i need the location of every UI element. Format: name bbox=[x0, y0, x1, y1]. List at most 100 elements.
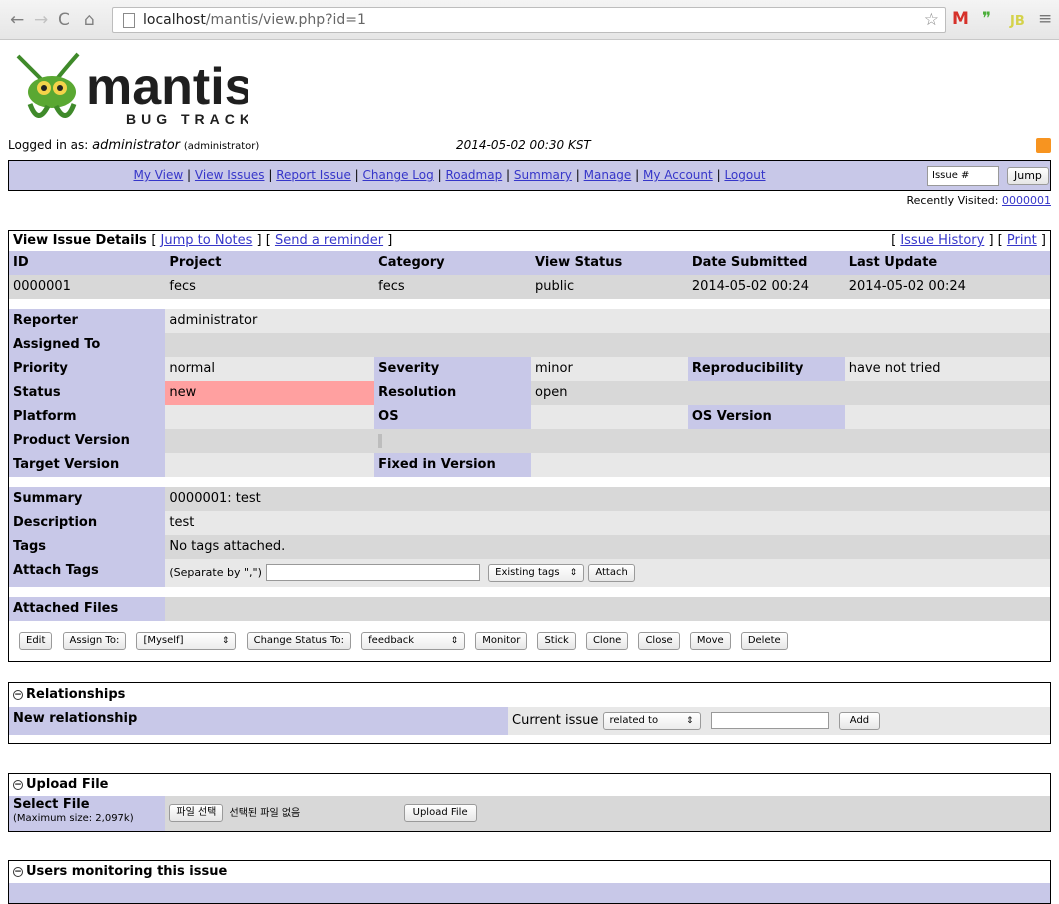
resolution-value: open bbox=[531, 381, 688, 405]
issue-number-input[interactable]: Issue # bbox=[927, 166, 999, 186]
tag-input[interactable] bbox=[266, 564, 481, 581]
tags-label: Tags bbox=[8, 535, 166, 559]
edit-button[interactable]: Edit bbox=[19, 631, 53, 650]
server-datetime: 2014-05-02 00:30 KST bbox=[456, 138, 591, 152]
related-issue-input[interactable] bbox=[710, 712, 829, 729]
attached-files-label: Attached Files bbox=[8, 597, 166, 621]
relationships-title: Relationships bbox=[26, 687, 126, 702]
jump-button[interactable]: Jump bbox=[1007, 167, 1049, 185]
monitoring-table: − Users monitoring this issue bbox=[8, 860, 1051, 904]
details-title: View Issue Details bbox=[13, 233, 147, 248]
main-menu: My View | View Issues | Report Issue | C… bbox=[8, 160, 1051, 191]
menu-roadmap[interactable]: Roadmap bbox=[445, 168, 502, 182]
monitor-button[interactable]: Monitor bbox=[475, 631, 528, 650]
upload-title: Upload File bbox=[26, 777, 109, 792]
resolution-label: Resolution bbox=[374, 381, 532, 405]
issue-history-link[interactable]: Issue History bbox=[900, 233, 984, 248]
reproducibility-label: Reproducibility bbox=[687, 357, 845, 381]
change-status-value: feedback bbox=[368, 634, 415, 646]
collapse-relationships-icon[interactable]: − bbox=[13, 689, 23, 700]
menu-my-view[interactable]: My View bbox=[133, 168, 183, 182]
gmail-extension-icon[interactable]: M bbox=[952, 8, 969, 30]
empty-field-marker bbox=[378, 433, 383, 448]
existing-tags-label: Existing tags bbox=[495, 566, 560, 578]
choose-file-button[interactable]: 파일 선택 bbox=[169, 803, 224, 822]
send-reminder-link[interactable]: Send a reminder bbox=[275, 233, 383, 248]
new-relationship-label: New relationship bbox=[8, 707, 508, 735]
move-button[interactable]: Move bbox=[689, 631, 731, 650]
header-last-update: Last Update bbox=[848, 255, 938, 270]
forward-icon[interactable]: → bbox=[34, 10, 48, 30]
relationship-type-value: related to bbox=[609, 714, 659, 726]
upload-file-table: − Upload File Select File (Maximum size: … bbox=[8, 773, 1051, 832]
delete-button[interactable]: Delete bbox=[740, 631, 788, 650]
logged-in-role: (administrator) bbox=[183, 141, 260, 152]
header-date-submitted: Date Submitted bbox=[691, 255, 808, 270]
relationship-type-select[interactable]: related to ⇕ bbox=[602, 711, 701, 730]
tags-value: No tags attached. bbox=[165, 535, 1051, 559]
menu-manage[interactable]: Manage bbox=[584, 168, 632, 182]
star-icon[interactable]: ☆ bbox=[924, 10, 939, 30]
header-id: ID bbox=[13, 255, 29, 270]
home-icon[interactable]: ⌂ bbox=[84, 10, 95, 30]
reload-icon[interactable]: C bbox=[58, 10, 70, 30]
menu-summary[interactable]: Summary bbox=[514, 168, 572, 182]
page-icon bbox=[123, 13, 135, 28]
rss-icon[interactable] bbox=[1036, 138, 1051, 153]
menu-my-account[interactable]: My Account bbox=[643, 168, 713, 182]
recently-visited-label: Recently Visited: bbox=[906, 194, 999, 207]
no-file-chosen-text: 선택된 파일 없음 bbox=[229, 808, 301, 819]
collapse-monitoring-icon[interactable]: − bbox=[13, 866, 23, 877]
description-label: Description bbox=[8, 511, 166, 535]
assign-to-select[interactable]: [Myself] ⇕ bbox=[136, 631, 237, 650]
print-link[interactable]: Print bbox=[1007, 233, 1037, 248]
assigned-to-value bbox=[165, 333, 375, 357]
upload-file-button[interactable]: Upload File bbox=[403, 803, 477, 822]
existing-tags-select[interactable]: Existing tags ⇕ bbox=[488, 563, 585, 582]
menu-view-issues[interactable]: View Issues bbox=[195, 168, 265, 182]
value-view-status: public bbox=[535, 279, 575, 294]
platform-label: Platform bbox=[8, 405, 166, 429]
quote-extension-icon[interactable]: ❞ bbox=[982, 8, 991, 30]
menu-icon[interactable]: ≡ bbox=[1038, 8, 1052, 30]
monitoring-title: Users monitoring this issue bbox=[26, 864, 228, 879]
logged-in-user: administrator bbox=[92, 138, 181, 153]
address-bar[interactable]: localhost/mantis/view.php?id=1 ☆ bbox=[112, 7, 946, 33]
value-id: 0000001 bbox=[13, 279, 71, 294]
mantis-logo[interactable]: mantis BUG TRACKER bbox=[8, 46, 279, 136]
attach-tags-label: Attach Tags bbox=[8, 559, 166, 587]
attach-tags-button[interactable]: Attach bbox=[588, 563, 635, 582]
value-date-submitted: 2014-05-02 00:24 bbox=[691, 279, 809, 294]
priority-value: normal bbox=[165, 357, 375, 381]
change-status-button[interactable]: Change Status To: bbox=[246, 631, 352, 650]
separate-hint: (Separate by ",") bbox=[169, 566, 262, 579]
menu-change-log[interactable]: Change Log bbox=[363, 168, 434, 182]
jb-extension-icon[interactable]: JB bbox=[1010, 11, 1025, 33]
menu-report-issue[interactable]: Report Issue bbox=[276, 168, 351, 182]
back-icon[interactable]: ← bbox=[10, 10, 24, 30]
clone-button[interactable]: Clone bbox=[585, 631, 629, 650]
current-issue-label: Current issue bbox=[512, 713, 599, 728]
severity-value: minor bbox=[531, 357, 688, 381]
assigned-to-label: Assigned To bbox=[8, 333, 166, 357]
menu-logout[interactable]: Logout bbox=[724, 168, 765, 182]
close-button[interactable]: Close bbox=[638, 631, 680, 650]
add-relationship-button[interactable]: Add bbox=[838, 711, 881, 730]
jump-to-notes-link[interactable]: Jump to Notes bbox=[161, 233, 253, 248]
status-value: new bbox=[165, 381, 375, 405]
recently-visited-link[interactable]: 0000001 bbox=[1002, 194, 1051, 207]
logo-subtitle: BUG TRACKER bbox=[126, 111, 248, 127]
priority-label: Priority bbox=[8, 357, 166, 381]
assign-to-button[interactable]: Assign To: bbox=[62, 631, 127, 650]
url-host: localhost bbox=[143, 12, 206, 28]
os-label: OS bbox=[374, 405, 532, 429]
collapse-upload-icon[interactable]: − bbox=[13, 779, 23, 790]
change-status-select[interactable]: feedback ⇕ bbox=[361, 631, 466, 650]
header-view-status: View Status bbox=[535, 255, 623, 270]
header-project: Project bbox=[169, 255, 222, 270]
issue-details-table: View Issue Details [ Jump to Notes ] [ S… bbox=[8, 230, 1051, 662]
stick-button[interactable]: Stick bbox=[537, 631, 576, 650]
reporter-value: administrator bbox=[165, 309, 375, 333]
relationships-table: − Relationships New relationship Current … bbox=[8, 682, 1051, 744]
header-category: Category bbox=[378, 255, 445, 270]
